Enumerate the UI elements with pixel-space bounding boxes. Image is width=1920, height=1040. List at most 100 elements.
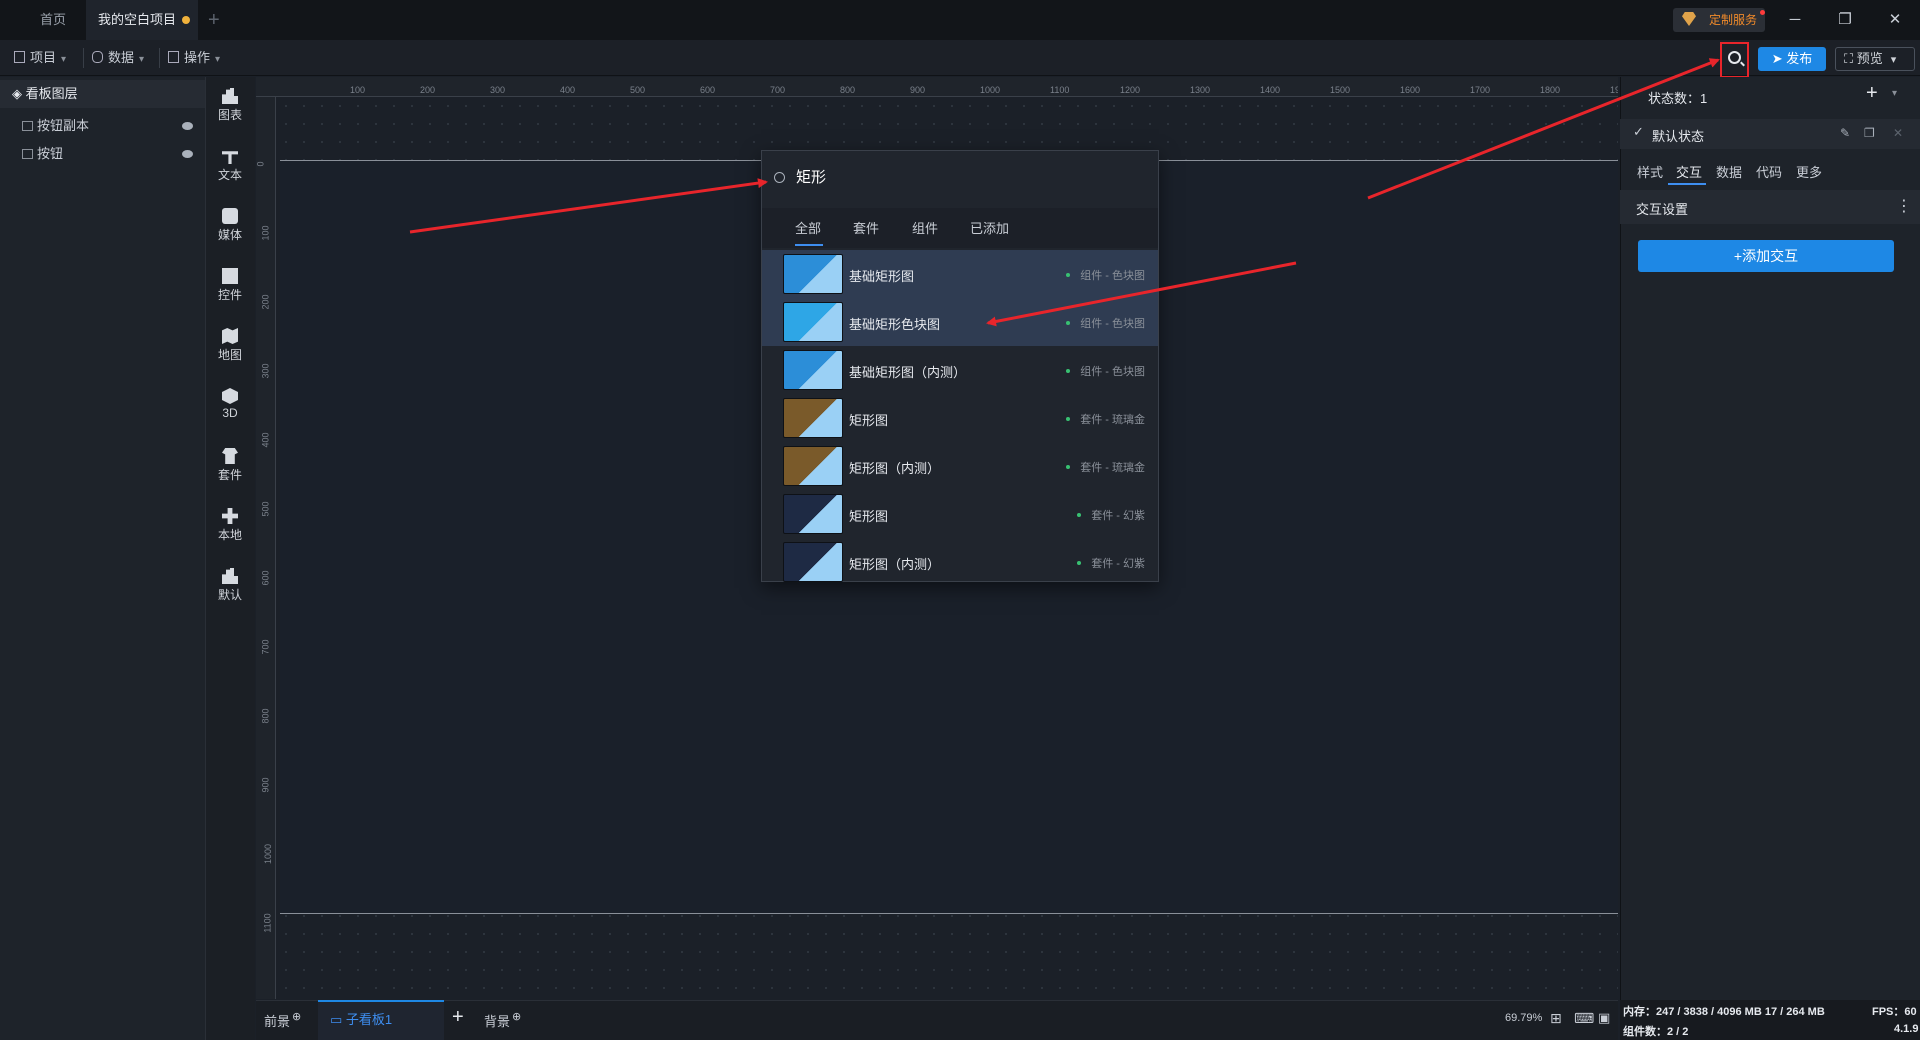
maximize-button[interactable]: ❐ [1830, 8, 1860, 32]
category-default[interactable]: 默认 [205, 568, 255, 603]
popup-tab-all[interactable]: 全部 [795, 218, 821, 237]
tab-more[interactable]: 更多 [1796, 162, 1822, 181]
console-icon[interactable]: ▣ [1598, 1010, 1610, 1026]
add-tab-icon[interactable]: + [208, 9, 220, 32]
button-icon [22, 121, 33, 131]
cube-icon [222, 388, 238, 404]
ruler-tick: 1600 [1400, 85, 1421, 95]
ruler-tick: 900 [910, 85, 926, 95]
category-suite[interactable]: 套件 [205, 448, 255, 483]
background-tab[interactable]: 背景 ⊕ [484, 1010, 521, 1030]
layer-label: 按钮 [37, 146, 64, 161]
ruler-tick: 700 [770, 85, 786, 95]
result-tag: 组件 - 色块图 [1066, 363, 1145, 379]
component-search-input[interactable]: 矩形 [772, 166, 1152, 190]
result-tag-label: 组件 - 色块图 [1080, 270, 1145, 282]
add-circle-icon[interactable]: ⊕ [292, 1011, 301, 1023]
layer-item[interactable]: 按钮 [22, 144, 63, 164]
ruler-tick: 100 [350, 85, 366, 95]
chevron-down-icon[interactable]: ▾ [1892, 88, 1897, 99]
status-dot-icon [1066, 369, 1071, 373]
menu-data[interactable]: 数据 ▾ [92, 48, 144, 68]
visibility-icon[interactable] [182, 150, 193, 158]
minimize-button[interactable]: ─ [1780, 8, 1810, 32]
result-tag-label: 套件 - 琉璃金 [1080, 414, 1145, 426]
ruler-tick: 1400 [1260, 85, 1281, 95]
ruler-tick: 1100 [262, 913, 273, 933]
ruler-tick: 1500 [1330, 85, 1351, 95]
menu-ops-label: 操作 [184, 50, 211, 65]
result-tag-label: 套件 - 幻紫 [1091, 510, 1145, 522]
add-state-button[interactable]: + [1866, 82, 1878, 105]
publish-button[interactable]: ➤ 发布 [1758, 47, 1826, 71]
tab-interaction[interactable]: 交互 [1676, 162, 1702, 181]
popup-tab-component[interactable]: 组件 [912, 218, 938, 237]
foreground-tab[interactable]: 前景 ⊕ [264, 1010, 301, 1030]
menu-operations[interactable]: 操作 ▾ [168, 48, 220, 68]
active-tab-indicator [795, 244, 823, 246]
result-tag-label: 套件 - 琉璃金 [1080, 462, 1145, 474]
result-name: 基础矩形图 [849, 269, 915, 284]
sub-board-tab[interactable]: ▭ 子看板1 [318, 1000, 444, 1040]
category-chart[interactable]: 图表 [205, 88, 255, 123]
add-circle-icon[interactable]: ⊕ [512, 1011, 521, 1023]
ruler-tick: 100 [260, 225, 271, 241]
chevron-down-icon: ▾ [215, 54, 221, 65]
result-name: 基础矩形色块图 [849, 317, 941, 332]
preview-button[interactable]: ⛶ 预览 ▾ [1835, 47, 1915, 71]
tab-home[interactable]: 首页 [18, 0, 88, 40]
layer-item[interactable]: 按钮副本 [22, 116, 89, 136]
category-3d[interactable]: 3D [205, 388, 255, 420]
ruler-tick: 800 [840, 85, 856, 95]
add-interaction-button[interactable]: +添加交互 [1638, 240, 1894, 272]
button-icon [22, 149, 33, 159]
divider [159, 48, 160, 68]
tab-code[interactable]: 代码 [1756, 162, 1782, 181]
ruler-tick: 1200 [1120, 85, 1141, 95]
menu-project[interactable]: 项目 ▾ [14, 48, 66, 68]
result-thumbnail [783, 494, 843, 534]
popup-tab-suite[interactable]: 套件 [853, 218, 879, 237]
menu-project-label: 项目 [30, 50, 57, 65]
ruler-tick: 200 [260, 294, 271, 310]
result-tag: 组件 - 色块图 [1066, 267, 1145, 283]
chart-icon [222, 568, 238, 584]
interaction-settings-title: 交互设置 [1636, 202, 1689, 217]
background-label: 背景 [484, 1014, 511, 1029]
result-tag-label: 组件 - 色块图 [1080, 318, 1145, 330]
category-map[interactable]: 地图 [205, 328, 255, 363]
tab-style[interactable]: 样式 [1637, 162, 1663, 181]
fps-status: FPS：60 [1872, 1006, 1917, 1018]
fullscreen-icon: ⛶ [1844, 51, 1857, 66]
status-dot-icon [1077, 513, 1082, 517]
close-icon[interactable]: ✕ [1893, 126, 1903, 140]
category-label: 地图 [217, 348, 242, 362]
popup-tab-added[interactable]: 已添加 [970, 218, 1009, 237]
title-bar [0, 0, 1920, 40]
add-board-button[interactable]: + [452, 1006, 464, 1029]
map-icon [222, 328, 238, 344]
tab-data[interactable]: 数据 [1716, 162, 1742, 181]
ruler-tick: 1000 [980, 85, 1001, 95]
zoom-level[interactable]: 69.79% [1505, 1012, 1542, 1024]
active-tab-indicator [1668, 183, 1706, 185]
category-media[interactable]: 媒体 [205, 208, 255, 243]
category-label: 文本 [217, 168, 242, 182]
preview-label: 预览 [1856, 51, 1883, 66]
category-widget[interactable]: 控件 [205, 268, 255, 303]
close-button[interactable]: ✕ [1880, 8, 1910, 32]
fit-screen-icon[interactable]: ⊞ [1550, 1010, 1562, 1027]
keyboard-icon[interactable]: ⌨ [1574, 1010, 1594, 1027]
ruler-tick: 900 [260, 777, 271, 793]
copy-icon[interactable]: ❐ [1864, 126, 1875, 140]
more-icon[interactable]: ⋮ [1896, 196, 1912, 216]
status-dot-icon [1066, 465, 1071, 469]
status-dot-icon [1066, 321, 1071, 325]
category-label: 控件 [217, 288, 242, 302]
component-count: 组件数：2 / 2 [1623, 1026, 1689, 1038]
category-text[interactable]: 文本 [205, 148, 255, 183]
edit-icon[interactable]: ✎ [1840, 126, 1850, 140]
category-local[interactable]: 本地 [205, 508, 255, 543]
visibility-icon[interactable] [182, 122, 193, 130]
ruler-tick: 1000 [263, 843, 274, 865]
